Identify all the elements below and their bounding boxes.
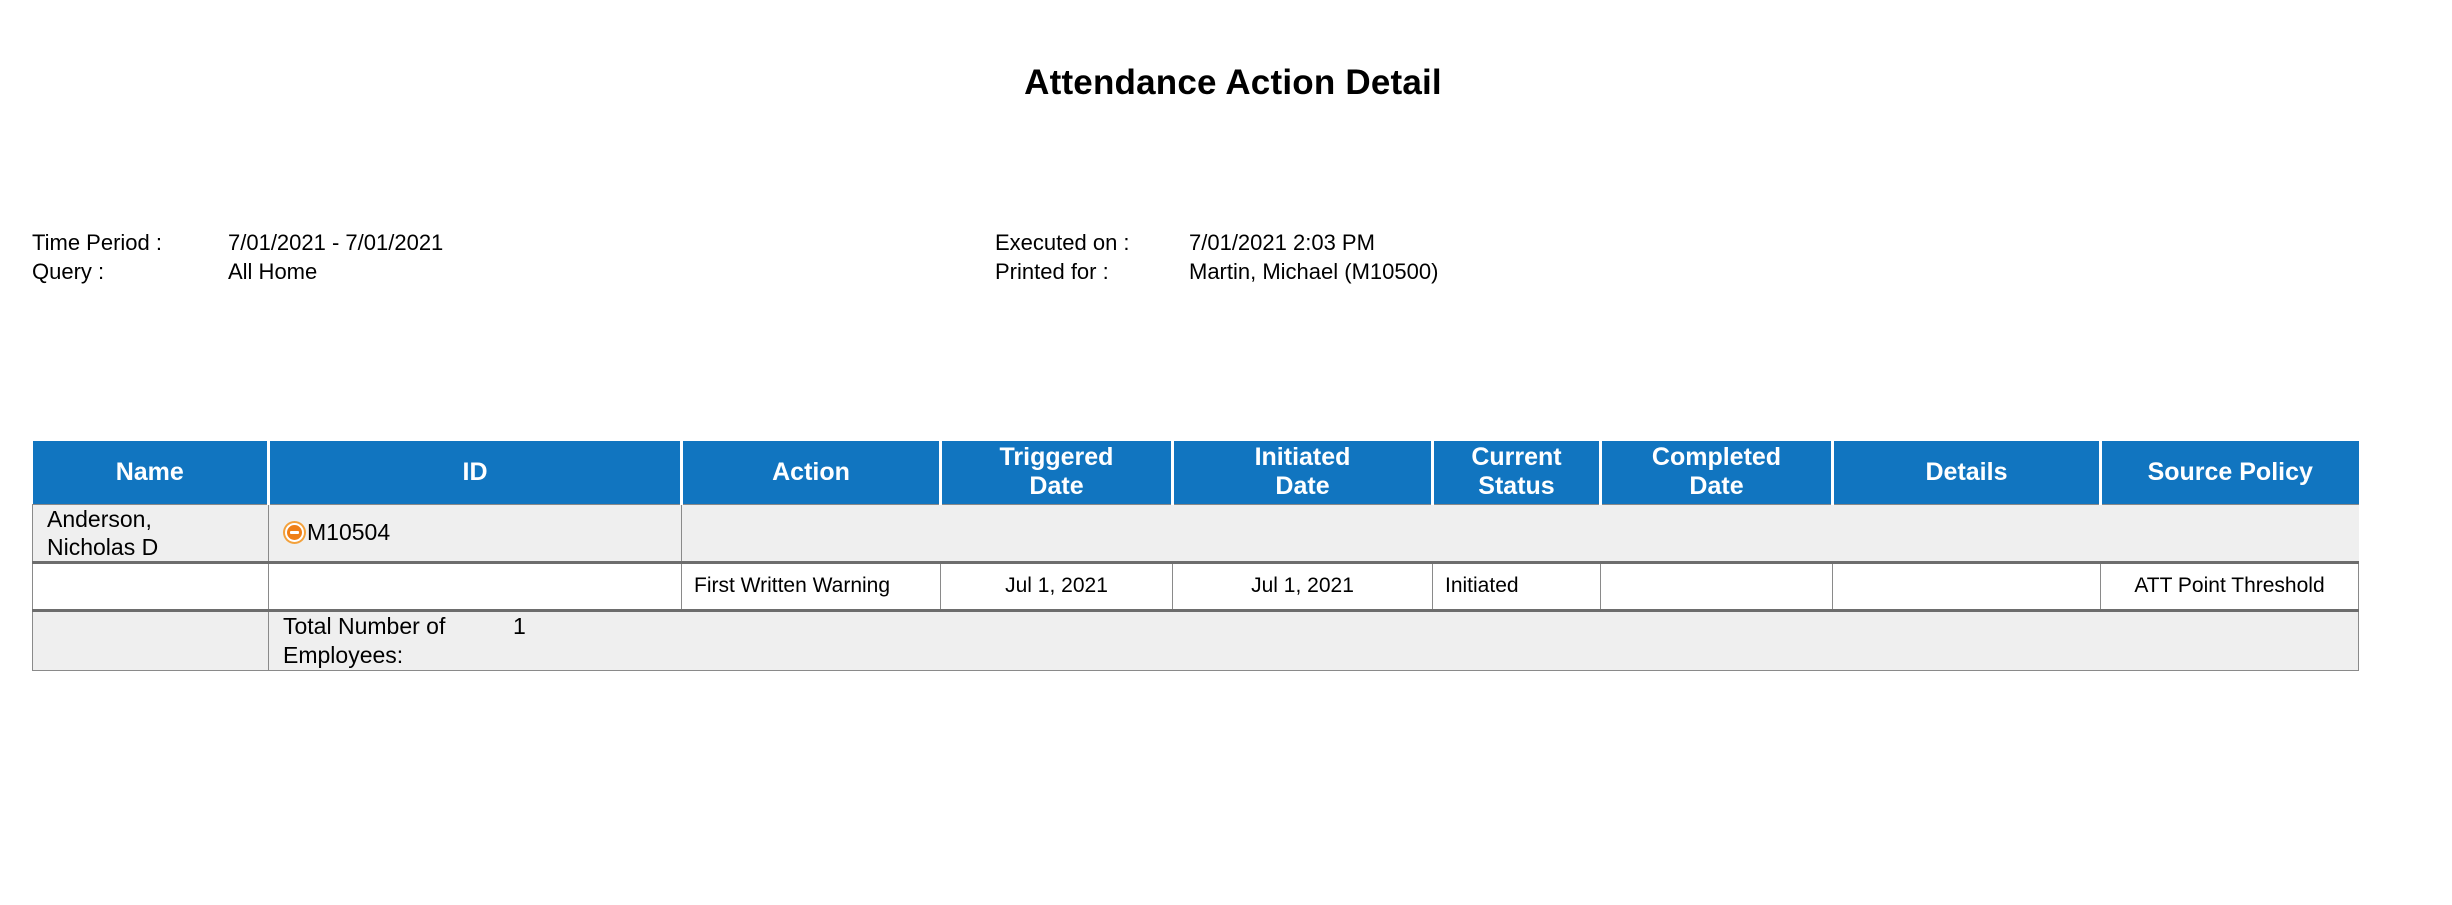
column-header-completed-date-line-2: Date bbox=[1689, 472, 1744, 501]
column-header-initiated-date-line-2: Date bbox=[1275, 472, 1330, 501]
column-header-id-line-1: ID bbox=[462, 457, 488, 486]
column-header-details[interactable]: Details bbox=[1832, 441, 2102, 504]
minus-circle-icon[interactable] bbox=[283, 521, 306, 544]
total-row-left-spacer bbox=[32, 610, 269, 671]
total-employees-label-line-2: Employees: bbox=[283, 641, 404, 668]
detail-initiated-date-cell: Jul 1, 2021 bbox=[1172, 561, 1433, 612]
column-header-source-policy-line-1: Source Policy bbox=[2147, 457, 2313, 486]
meta-row-executed-on: Executed on : 7/01/2021 2:03 PM bbox=[995, 228, 1438, 257]
detail-current-status-cell: Initiated bbox=[1432, 561, 1601, 612]
column-header-id[interactable]: ID bbox=[268, 441, 683, 504]
total-employees-row: Total Number of Employees: 1 bbox=[32, 610, 2359, 671]
column-header-name-line-1: Name bbox=[115, 457, 184, 486]
attendance-action-table: Name ID Action Triggered Date Initiated … bbox=[32, 441, 2359, 671]
meta-row-time-period: Time Period : 7/01/2021 - 7/01/2021 bbox=[32, 228, 443, 257]
column-header-completed-date[interactable]: Completed Date bbox=[1600, 441, 1834, 504]
employee-id-wrap: M10504 bbox=[283, 519, 681, 546]
total-employees-cell: Total Number of Employees: 1 bbox=[268, 610, 2359, 671]
time-period-value: 7/01/2021 - 7/01/2021 bbox=[228, 230, 444, 255]
table-row[interactable]: First Written Warning Jul 1, 2021 Jul 1,… bbox=[32, 561, 2359, 612]
column-header-action-line-1: Action bbox=[772, 457, 850, 486]
page-title-text: Attendance Action Detail bbox=[1024, 63, 1442, 102]
column-header-action[interactable]: Action bbox=[681, 441, 942, 504]
printed-for-label: Printed for : bbox=[995, 259, 1109, 284]
printed-for-value: Martin, Michael (M10500) bbox=[1189, 259, 1439, 284]
query-value: All Home bbox=[228, 259, 318, 284]
employee-row-spacer bbox=[681, 503, 2359, 564]
total-employees-label: Total Number of Employees: bbox=[283, 612, 513, 670]
total-employees-label-line-1: Total Number of bbox=[283, 612, 446, 639]
executed-on-value: 7/01/2021 2:03 PM bbox=[1189, 230, 1375, 255]
query-label: Query : bbox=[32, 259, 105, 284]
employee-id-cell: M10504 bbox=[268, 503, 682, 564]
column-header-triggered-date[interactable]: Triggered Date bbox=[940, 441, 1174, 504]
column-header-name[interactable]: Name bbox=[32, 441, 270, 504]
column-header-source-policy[interactable]: Source Policy bbox=[2100, 441, 2359, 504]
detail-completed-date-cell bbox=[1600, 561, 1833, 612]
meta-row-printed-for: Printed for : Martin, Michael (M10500) bbox=[995, 257, 1438, 286]
total-employees-count: 1 bbox=[513, 612, 526, 639]
time-period-label: Time Period : bbox=[32, 230, 163, 255]
column-header-initiated-date[interactable]: Initiated Date bbox=[1172, 441, 1434, 504]
page-title: Attendance Action Detail bbox=[0, 62, 2452, 104]
column-header-current-status[interactable]: Current Status bbox=[1432, 441, 1602, 504]
detail-id-cell bbox=[268, 561, 682, 612]
column-header-triggered-date-line-2: Date bbox=[1029, 472, 1084, 501]
report-meta-right: Executed on : 7/01/2021 2:03 PM Printed … bbox=[995, 228, 1438, 286]
executed-on-label: Executed on : bbox=[995, 230, 1130, 255]
employee-name-line-2: Nicholas D bbox=[47, 533, 159, 560]
total-employees-inner: Total Number of Employees: 1 bbox=[269, 612, 2358, 670]
employee-group-row[interactable]: Anderson, Nicholas D M10504 bbox=[32, 503, 2359, 564]
detail-details-cell bbox=[1832, 561, 2101, 612]
detail-action-cell: First Written Warning bbox=[681, 561, 941, 612]
employee-id-value: M10504 bbox=[307, 519, 391, 545]
employee-name-line-1: Anderson, bbox=[47, 505, 152, 532]
column-header-completed-date-line-1: Completed bbox=[1651, 443, 1782, 472]
meta-row-query: Query : All Home bbox=[32, 257, 443, 286]
column-header-initiated-date-line-1: Initiated bbox=[1254, 443, 1351, 472]
column-header-current-status-line-1: Current bbox=[1471, 443, 1562, 472]
report-meta-left: Time Period : 7/01/2021 - 7/01/2021 Quer… bbox=[32, 228, 443, 286]
table-header-row: Name ID Action Triggered Date Initiated … bbox=[32, 441, 2359, 504]
minus-circle-icon-bar bbox=[290, 531, 299, 534]
detail-triggered-date-cell: Jul 1, 2021 bbox=[940, 561, 1173, 612]
detail-name-cell bbox=[32, 561, 269, 612]
column-header-details-line-1: Details bbox=[1925, 457, 2008, 486]
detail-source-policy-cell: ATT Point Threshold bbox=[2100, 561, 2359, 612]
column-header-current-status-line-2: Status bbox=[1478, 472, 1555, 501]
report-meta: Time Period : 7/01/2021 - 7/01/2021 Quer… bbox=[0, 228, 2452, 290]
column-header-triggered-date-line-1: Triggered bbox=[999, 443, 1114, 472]
employee-name-cell: Anderson, Nicholas D bbox=[32, 503, 269, 564]
